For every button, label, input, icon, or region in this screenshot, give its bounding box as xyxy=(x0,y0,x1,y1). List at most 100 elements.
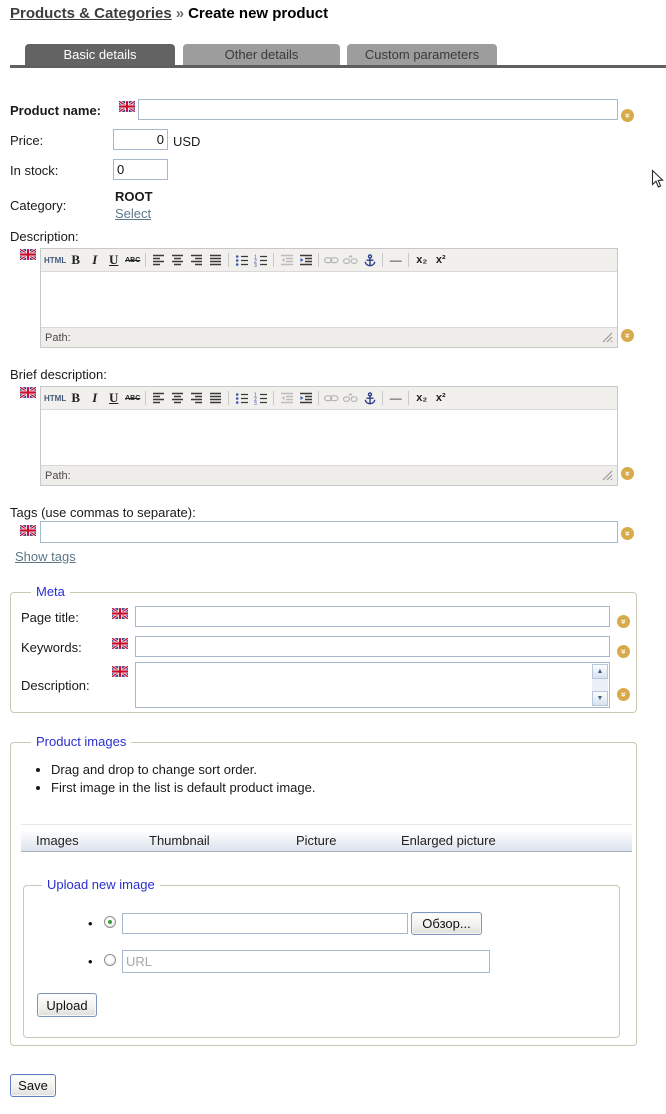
align-justify-icon[interactable] xyxy=(206,389,225,407)
stock-label: In stock: xyxy=(10,163,58,178)
outdent-icon[interactable] xyxy=(277,389,296,407)
uk-flag-icon xyxy=(112,638,128,649)
unlink-icon[interactable] xyxy=(341,251,360,269)
italic-icon[interactable]: I xyxy=(85,251,104,269)
scroll-up-icon[interactable]: ▲ xyxy=(592,664,608,679)
page-title: Create new product xyxy=(188,5,328,22)
show-tags-link[interactable]: Show tags xyxy=(15,549,76,564)
category-select-link[interactable]: Select xyxy=(115,206,151,221)
stock-input[interactable] xyxy=(113,159,168,180)
superscript-icon[interactable]: x² xyxy=(431,389,450,407)
uk-flag-icon xyxy=(112,666,128,677)
meta-page-title-input[interactable] xyxy=(135,606,610,627)
brief-description-edit-area[interactable] xyxy=(41,409,617,466)
align-right-icon[interactable] xyxy=(187,251,206,269)
indent-icon[interactable] xyxy=(296,389,315,407)
textarea-scrollbar[interactable]: ▲ ▼ xyxy=(592,664,608,706)
numbered-list-icon[interactable]: 123 xyxy=(251,251,270,269)
anchor-icon[interactable] xyxy=(360,251,379,269)
tab-custom-parameters[interactable]: Custom parameters xyxy=(347,44,497,65)
meta-keywords-input[interactable] xyxy=(135,636,610,657)
upload-file-input[interactable] xyxy=(122,913,408,934)
outdent-icon[interactable] xyxy=(277,251,296,269)
insert-link-icon[interactable] xyxy=(322,389,341,407)
expand-languages-icon[interactable]: » xyxy=(617,688,630,701)
breadcrumb-parent-link[interactable]: Products & Categories xyxy=(10,5,172,22)
editor-path-label: Path: xyxy=(45,332,71,344)
description-editor: HTML B I U ABC 123 — x₂ x² xyxy=(40,248,618,348)
italic-icon[interactable]: I xyxy=(85,389,104,407)
expand-languages-icon[interactable]: » xyxy=(621,467,634,480)
tags-input[interactable] xyxy=(40,521,618,543)
column-header-enlarged-picture: Enlarged picture xyxy=(401,833,496,848)
description-edit-area[interactable] xyxy=(41,271,617,328)
horizontal-rule-icon[interactable]: — xyxy=(386,389,405,407)
browse-button[interactable]: Обзор... xyxy=(411,912,482,935)
upload-url-input[interactable] xyxy=(122,950,490,973)
upload-file-radio[interactable] xyxy=(104,916,116,928)
html-source-icon[interactable]: HTML xyxy=(44,389,66,407)
resize-grip-icon[interactable] xyxy=(602,332,613,343)
resize-grip-icon[interactable] xyxy=(602,470,613,481)
tags-label: Tags (use commas to separate): xyxy=(10,505,196,520)
product-images-legend: Product images xyxy=(31,734,131,749)
expand-languages-icon[interactable]: » xyxy=(621,527,634,540)
keywords-label: Keywords: xyxy=(21,640,82,655)
product-images-fieldset: Product images Drag and drop to change s… xyxy=(10,742,637,1046)
upload-button[interactable]: Upload xyxy=(37,993,97,1017)
superscript-icon[interactable]: x² xyxy=(431,251,450,269)
align-center-icon[interactable] xyxy=(168,251,187,269)
breadcrumb: Products & Categories»Create new product xyxy=(10,5,328,22)
insert-link-icon[interactable] xyxy=(322,251,341,269)
note-item: Drag and drop to change sort order. xyxy=(51,761,315,779)
bold-icon[interactable]: B xyxy=(66,389,85,407)
editor-status-bar: Path: xyxy=(41,328,617,347)
save-button[interactable]: Save xyxy=(10,1074,56,1097)
brief-description-label: Brief description: xyxy=(10,367,107,382)
align-left-icon[interactable] xyxy=(149,389,168,407)
underline-icon[interactable]: U xyxy=(104,389,123,407)
numbered-list-icon[interactable]: 123 xyxy=(251,389,270,407)
expand-languages-icon[interactable]: » xyxy=(617,615,630,628)
tab-basic-details[interactable]: Basic details xyxy=(25,44,175,65)
horizontal-rule-icon[interactable]: — xyxy=(386,251,405,269)
product-name-input[interactable] xyxy=(138,99,618,120)
uk-flag-icon xyxy=(20,249,36,260)
subscript-icon[interactable]: x₂ xyxy=(412,251,431,269)
align-right-icon[interactable] xyxy=(187,389,206,407)
strikethrough-icon[interactable]: ABC xyxy=(123,389,142,407)
toolbar-separator xyxy=(318,253,319,267)
align-center-icon[interactable] xyxy=(168,389,187,407)
meta-legend: Meta xyxy=(31,584,70,599)
upload-url-radio[interactable] xyxy=(104,954,116,966)
underline-icon[interactable]: U xyxy=(104,251,123,269)
subscript-icon[interactable]: x₂ xyxy=(412,389,431,407)
bullet-list-icon[interactable] xyxy=(232,251,251,269)
expand-languages-icon[interactable]: » xyxy=(621,329,634,342)
meta-description-textarea[interactable]: ▲ ▼ xyxy=(135,662,610,708)
uk-flag-icon xyxy=(119,101,135,112)
table-top-divider xyxy=(21,824,632,825)
unlink-icon[interactable] xyxy=(341,389,360,407)
scroll-down-icon[interactable]: ▼ xyxy=(592,691,608,706)
align-left-icon[interactable] xyxy=(149,251,168,269)
product-name-label: Product name: xyxy=(10,103,101,118)
editor-toolbar: HTML B I U ABC 123 — x₂ x² xyxy=(41,249,617,271)
expand-languages-icon[interactable]: » xyxy=(617,645,630,658)
html-source-icon[interactable]: HTML xyxy=(44,251,66,269)
editor-toolbar: HTML B I U ABC 123 — x₂ x² xyxy=(41,387,617,409)
toolbar-separator xyxy=(145,253,146,267)
expand-languages-icon[interactable]: » xyxy=(621,109,634,122)
upload-new-image-fieldset: Upload new image • Обзор... • Upload xyxy=(23,885,620,1038)
bold-icon[interactable]: B xyxy=(66,251,85,269)
bullet-list-icon[interactable] xyxy=(232,389,251,407)
align-justify-icon[interactable] xyxy=(206,251,225,269)
list-bullet: • xyxy=(88,916,93,931)
tab-other-details[interactable]: Other details xyxy=(183,44,340,65)
tab-divider xyxy=(10,65,666,68)
anchor-icon[interactable] xyxy=(360,389,379,407)
indent-icon[interactable] xyxy=(296,251,315,269)
price-input[interactable] xyxy=(113,129,168,150)
toolbar-separator xyxy=(228,253,229,267)
strikethrough-icon[interactable]: ABC xyxy=(123,251,142,269)
